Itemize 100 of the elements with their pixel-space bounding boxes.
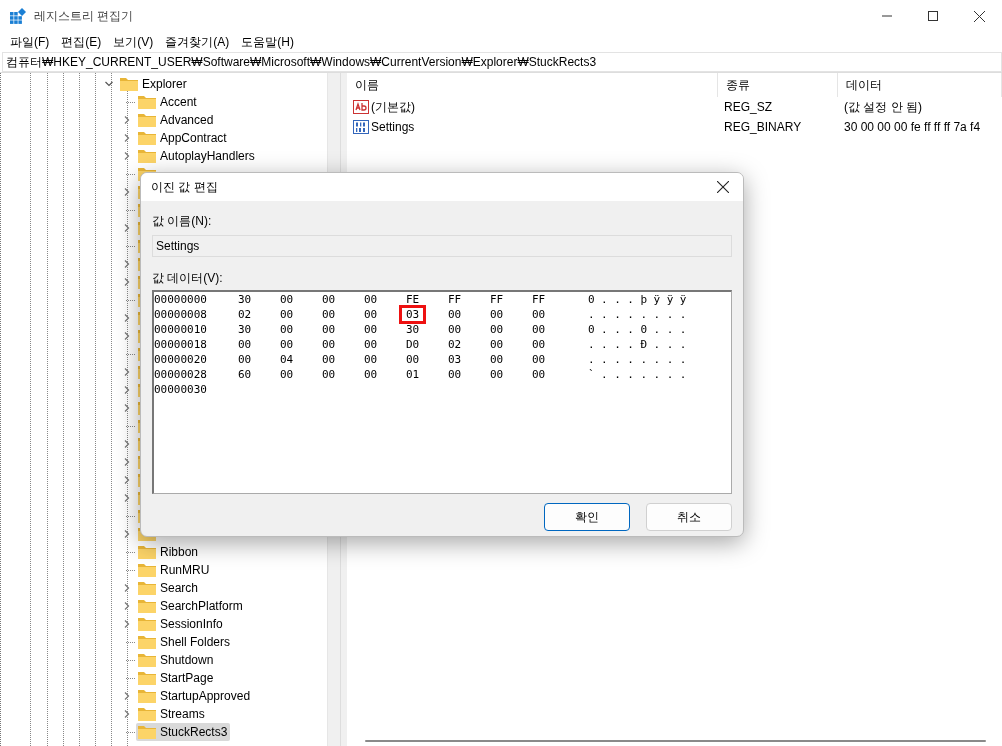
hex-offset: 00000030: [154, 383, 208, 396]
hex-byte: 00: [363, 292, 379, 308]
maximize-icon: [928, 11, 938, 21]
string-value-icon: [353, 100, 369, 114]
window-title: 레지스트리 편집기: [34, 7, 134, 25]
chevron-icon[interactable]: [123, 314, 131, 322]
folder-icon: [120, 77, 138, 91]
hex-byte: 00: [489, 337, 505, 353]
menu-item[interactable]: 도움말(H): [235, 33, 300, 51]
address-bar[interactable]: 컴퓨터₩HKEY_CURRENT_USER₩Software₩Microsoft₩Windows₩CurrentVersion₩Explorer₩StuckRects3: [2, 52, 1002, 72]
value-name[interactable]: (기본값): [347, 98, 718, 116]
chevron-icon[interactable]: [123, 692, 131, 700]
tree-item[interactable]: StuckRects3: [136, 723, 231, 741]
hex-byte: 00: [237, 337, 253, 353]
tree-item[interactable]: Streams: [136, 705, 208, 723]
chevron-icon[interactable]: [123, 404, 131, 412]
binary-value-icon: [353, 120, 369, 134]
chevron-icon[interactable]: [105, 80, 113, 88]
column-header[interactable]: 종류: [718, 73, 838, 97]
folder-icon: [138, 149, 156, 163]
tree-item[interactable]: Accent: [136, 93, 200, 111]
folder-icon: [138, 725, 156, 739]
app-icon: [10, 8, 26, 24]
tree-item[interactable]: RunMRU: [136, 561, 213, 579]
hex-editor[interactable]: [152, 290, 732, 494]
tree-item[interactable]: Shutdown: [136, 651, 217, 669]
hex-byte: 60: [237, 367, 253, 383]
hex-byte: 00: [447, 307, 463, 323]
chevron-icon[interactable]: [123, 458, 131, 466]
hex-byte: 00: [531, 307, 547, 323]
chevron-icon[interactable]: [123, 386, 131, 394]
chevron-icon[interactable]: [123, 278, 131, 286]
hex-byte: 00: [321, 367, 337, 383]
hex-byte: 00: [405, 352, 421, 368]
column-header[interactable]: 이름: [347, 73, 718, 97]
hex-byte: 30: [405, 322, 421, 338]
hex-byte: 00: [321, 352, 337, 368]
chevron-icon[interactable]: [123, 368, 131, 376]
folder-icon: [138, 95, 156, 109]
chevron-icon[interactable]: [123, 152, 131, 160]
hex-byte: 00: [489, 307, 505, 323]
tree-item[interactable]: SearchPlatform: [136, 597, 246, 615]
folder-icon: [138, 131, 156, 145]
hex-byte: 00: [531, 337, 547, 353]
chevron-icon[interactable]: [123, 134, 131, 142]
chevron-icon[interactable]: [123, 224, 131, 232]
dialog-button[interactable]: 확인: [544, 503, 630, 531]
value-name[interactable]: Settings: [347, 120, 718, 134]
chevron-icon[interactable]: [123, 332, 131, 340]
menu-item[interactable]: 편집(E): [55, 33, 108, 51]
chevron-icon[interactable]: [123, 116, 131, 124]
hex-byte: 02: [237, 307, 253, 323]
column-header[interactable]: 데이터: [838, 73, 1002, 97]
menu-item[interactable]: 보기(V): [107, 33, 160, 51]
hex-byte: 00: [363, 352, 379, 368]
chevron-icon[interactable]: [123, 620, 131, 628]
tree-item[interactable]: StartupApproved: [136, 687, 254, 705]
chevron-icon[interactable]: [123, 530, 131, 538]
ascii-text: ........: [588, 353, 693, 366]
chevron-icon[interactable]: [123, 494, 131, 502]
chevron-icon[interactable]: [123, 440, 131, 448]
tree-item[interactable]: Ribbon: [136, 543, 202, 561]
tree-item[interactable]: Advanced: [136, 111, 217, 129]
hex-byte: FE: [405, 292, 421, 308]
chevron-icon[interactable]: [123, 584, 131, 592]
hex-byte: 01: [405, 367, 421, 383]
hex-offset: 00000028: [154, 368, 208, 381]
ascii-text: 0...þÿÿÿ: [588, 293, 693, 306]
hex-byte: 00: [279, 322, 295, 338]
scrollbar[interactable]: [365, 740, 986, 742]
chevron-icon[interactable]: [123, 710, 131, 718]
hex-byte: 00: [363, 367, 379, 383]
menu-item[interactable]: 파일(F): [4, 33, 56, 51]
hex-byte: 00: [279, 307, 295, 323]
hex-byte: 30: [237, 292, 253, 308]
tree-item[interactable]: Explorer: [118, 75, 190, 93]
tree-item[interactable]: Search: [136, 579, 202, 597]
chevron-icon[interactable]: [123, 260, 131, 268]
folder-icon: [138, 653, 156, 667]
hex-byte: 00: [489, 352, 505, 368]
tree-item[interactable]: SessionInfo: [136, 615, 226, 633]
tree-item[interactable]: AppContract: [136, 129, 230, 147]
chevron-icon[interactable]: [123, 602, 131, 610]
hex-offset: 00000008: [154, 308, 208, 321]
tree-item[interactable]: AutoplayHandlers: [136, 147, 258, 165]
dialog-button[interactable]: 취소: [646, 503, 732, 531]
tree-item[interactable]: Shell Folders: [136, 633, 234, 651]
hex-byte: 00: [363, 337, 379, 353]
chevron-icon[interactable]: [123, 188, 131, 196]
hex-byte: 00: [447, 322, 463, 338]
hex-byte: 00: [489, 322, 505, 338]
hex-byte: 00: [279, 367, 295, 383]
value-name-field[interactable]: Settings: [152, 235, 732, 257]
value-type: REG_SZ: [723, 100, 773, 114]
tree-item[interactable]: StartPage: [136, 669, 217, 687]
folder-icon: [138, 707, 156, 721]
menu-item[interactable]: 즐겨찾기(A): [159, 33, 236, 51]
hex-byte: D0: [405, 337, 421, 353]
close-icon: [973, 10, 985, 22]
chevron-icon[interactable]: [123, 476, 131, 484]
